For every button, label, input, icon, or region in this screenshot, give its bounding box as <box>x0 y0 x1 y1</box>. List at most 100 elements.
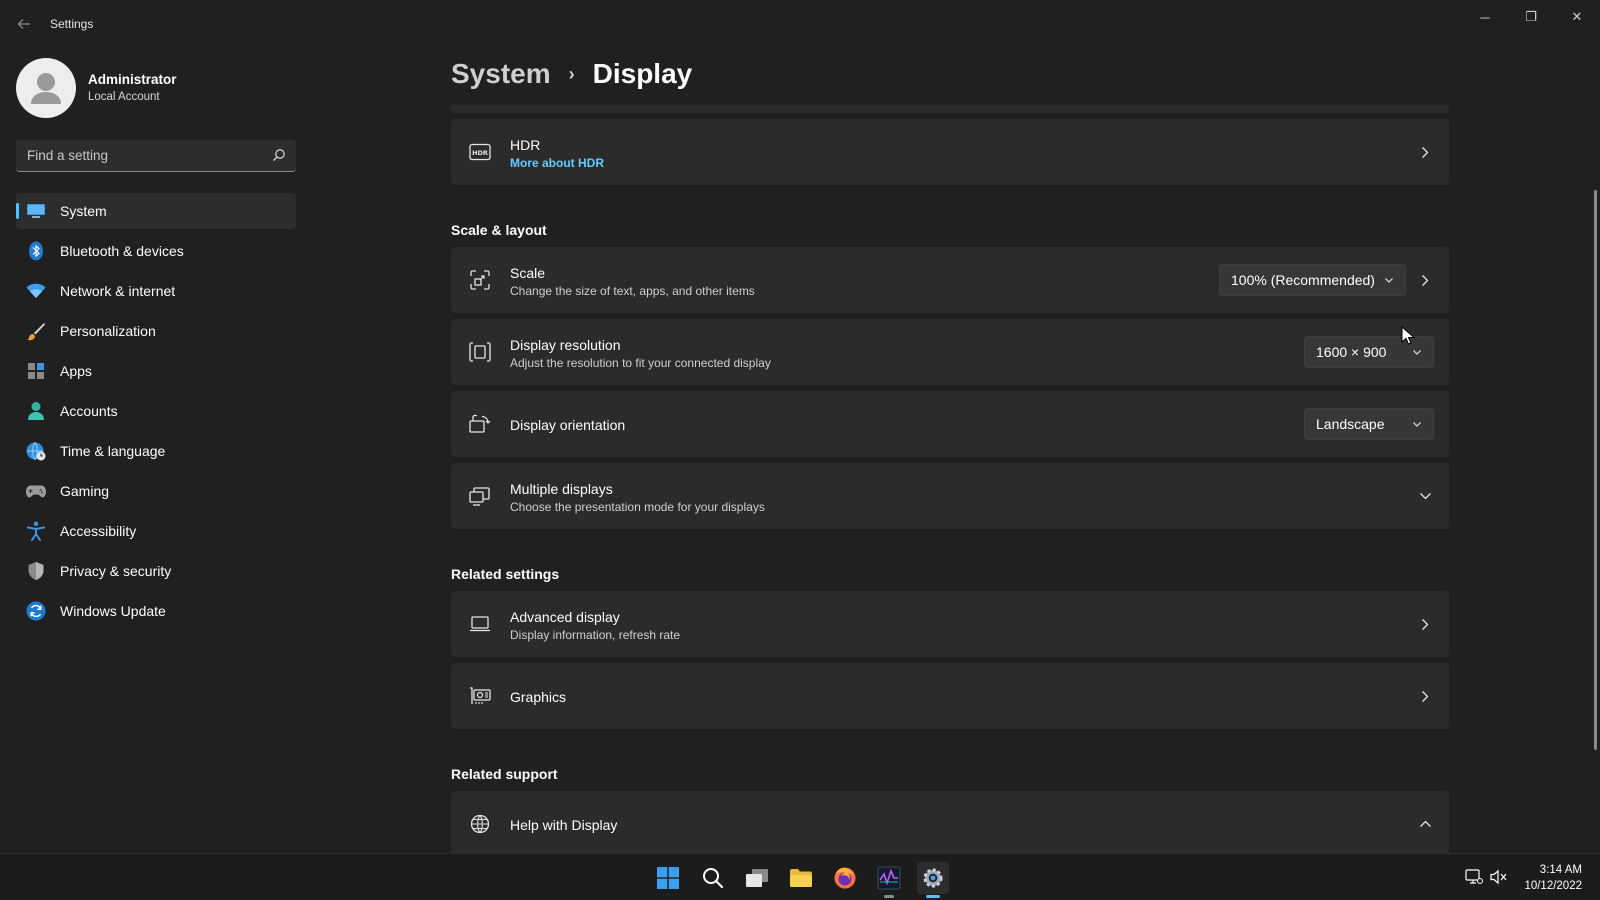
hdr-icon-text: HDR <box>472 149 488 157</box>
folder-icon <box>790 869 812 887</box>
orientation-dropdown[interactable]: Landscape <box>1304 408 1434 440</box>
restore-icon: ❐ <box>1525 9 1537 24</box>
scale-title: Scale <box>510 265 546 281</box>
globe-icon <box>469 813 491 835</box>
main-content: HDR HDR More about HDR Scale & layout Sc… <box>451 105 1449 853</box>
taskbar-clock[interactable]: 3:14 AM 10/12/2022 <box>1524 862 1582 894</box>
multiple-displays-title: Multiple displays <box>510 481 613 497</box>
monitor-app-button[interactable] <box>873 862 905 898</box>
sidebar-item-accessibility[interactable]: Accessibility <box>16 513 296 549</box>
resolution-icon <box>469 341 491 363</box>
sidebar-item-label: Windows Update <box>60 603 166 619</box>
sidebar-item-bluetooth[interactable]: Bluetooth & devices <box>16 233 296 269</box>
orientation-dropdown-value: Landscape <box>1316 416 1385 432</box>
close-icon: ✕ <box>1571 9 1583 24</box>
nav-list: System Bluetooth & devices Network & int… <box>16 193 296 633</box>
sidebar-item-label: Network & internet <box>60 283 176 299</box>
clock-date: 10/12/2022 <box>1524 880 1582 892</box>
multiple-displays-card[interactable]: Multiple displays Choose the presentatio… <box>451 463 1449 529</box>
sidebar-item-apps[interactable]: Apps <box>16 353 296 389</box>
sidebar-item-label: Gaming <box>60 483 110 499</box>
scale-card[interactable]: Scale Change the size of text, apps, and… <box>451 247 1449 313</box>
wifi-icon <box>26 281 46 301</box>
network-tray-icon[interactable] <box>1465 868 1483 886</box>
section-heading-scale-layout: Scale & layout <box>451 222 547 238</box>
graphics-card[interactable]: Graphics <box>451 663 1449 729</box>
sidebar-item-label: Bluetooth & devices <box>60 243 184 259</box>
sidebar-item-label: System <box>60 203 107 219</box>
sidebar-item-privacy-security[interactable]: Privacy & security <box>16 553 296 589</box>
multiple-displays-subtitle: Choose the presentation mode for your di… <box>510 500 765 514</box>
chevron-down-icon[interactable] <box>1417 488 1433 504</box>
chevron-down-icon <box>1385 278 1393 283</box>
help-display-card[interactable]: Help with Display <box>451 791 1449 853</box>
breadcrumb: System › Display <box>451 58 692 90</box>
globe-clock-icon <box>26 441 46 461</box>
chevron-up-icon[interactable] <box>1417 816 1433 832</box>
app-title: Settings <box>50 17 94 31</box>
active-indicator <box>926 895 940 898</box>
firefox-button[interactable] <box>829 862 861 894</box>
hdr-card[interactable]: HDR HDR More about HDR <box>451 119 1449 185</box>
gamepad-icon <box>26 481 46 501</box>
sidebar-item-label: Accessibility <box>60 523 137 539</box>
sidebar-item-network[interactable]: Network & internet <box>16 273 296 309</box>
chevron-down-icon <box>1413 422 1421 427</box>
update-icon <box>26 601 46 621</box>
search-input[interactable] <box>16 140 256 170</box>
minimize-button[interactable]: ─ <box>1462 6 1508 28</box>
orientation-title: Display orientation <box>510 417 626 433</box>
person-icon <box>26 401 46 421</box>
sidebar-item-gaming[interactable]: Gaming <box>16 473 296 509</box>
mouse-cursor-icon <box>1401 326 1415 345</box>
sidebar-item-personalization[interactable]: Personalization <box>16 313 296 349</box>
breadcrumb-separator-icon: › <box>568 63 575 84</box>
sidebar-item-label: Time & language <box>60 443 166 459</box>
sidebar-item-system[interactable]: System <box>16 193 296 229</box>
taskbar-search-button[interactable] <box>697 862 729 894</box>
maximize-button[interactable]: ❐ <box>1508 6 1554 28</box>
settings-app-button[interactable] <box>917 862 949 898</box>
section-heading-related-settings: Related settings <box>451 566 560 582</box>
sidebar-item-accounts[interactable]: Accounts <box>16 393 296 429</box>
minimize-icon: ─ <box>1480 9 1490 25</box>
volume-muted-icon[interactable] <box>1490 868 1508 886</box>
orientation-card: Display orientation Landscape <box>451 391 1449 457</box>
sidebar-item-label: Accounts <box>60 403 118 419</box>
apps-icon <box>26 361 46 381</box>
back-arrow-icon[interactable] <box>12 12 36 36</box>
scale-icon <box>469 269 491 291</box>
breadcrumb-parent[interactable]: System <box>451 58 551 90</box>
chevron-right-icon[interactable] <box>1417 272 1433 288</box>
resolution-title: Display resolution <box>510 337 621 353</box>
sidebar-item-time-language[interactable]: Time & language <box>16 433 296 469</box>
sidebar-item-windows-update[interactable]: Windows Update <box>16 593 296 629</box>
task-view-button[interactable] <box>741 862 773 894</box>
start-button[interactable] <box>652 862 684 894</box>
monitor-icon <box>26 201 46 221</box>
scale-dropdown[interactable]: 100% (Recommended) <box>1219 264 1406 296</box>
gear-icon <box>923 868 943 888</box>
running-indicator <box>884 895 894 898</box>
hdr-more-link[interactable]: More about HDR <box>510 156 604 170</box>
graphics-title: Graphics <box>510 689 567 705</box>
close-button[interactable]: ✕ <box>1554 6 1600 28</box>
scale-dropdown-value: 100% (Recommended) <box>1231 272 1375 288</box>
person-silhouette-icon <box>31 73 61 104</box>
resolution-subtitle: Adjust the resolution to fit your connec… <box>510 356 771 370</box>
help-display-title: Help with Display <box>510 817 618 833</box>
scale-subtitle: Change the size of text, apps, and other… <box>510 284 755 298</box>
chevron-right-icon <box>1417 688 1433 704</box>
bluetooth-icon <box>26 241 46 261</box>
search-icon[interactable] <box>272 148 286 162</box>
sidebar: Administrator Local Account System Bluet… <box>0 48 310 853</box>
scrollbar[interactable] <box>1594 190 1597 750</box>
section-heading-related-support: Related support <box>451 766 558 782</box>
user-name: Administrator <box>88 72 177 87</box>
chevron-right-icon <box>1417 144 1433 160</box>
advanced-display-title: Advanced display <box>510 609 620 625</box>
avatar[interactable] <box>16 58 76 118</box>
file-explorer-button[interactable] <box>785 862 817 894</box>
advanced-display-card[interactable]: Advanced display Display information, re… <box>451 591 1449 657</box>
multiple-displays-icon <box>469 485 491 507</box>
